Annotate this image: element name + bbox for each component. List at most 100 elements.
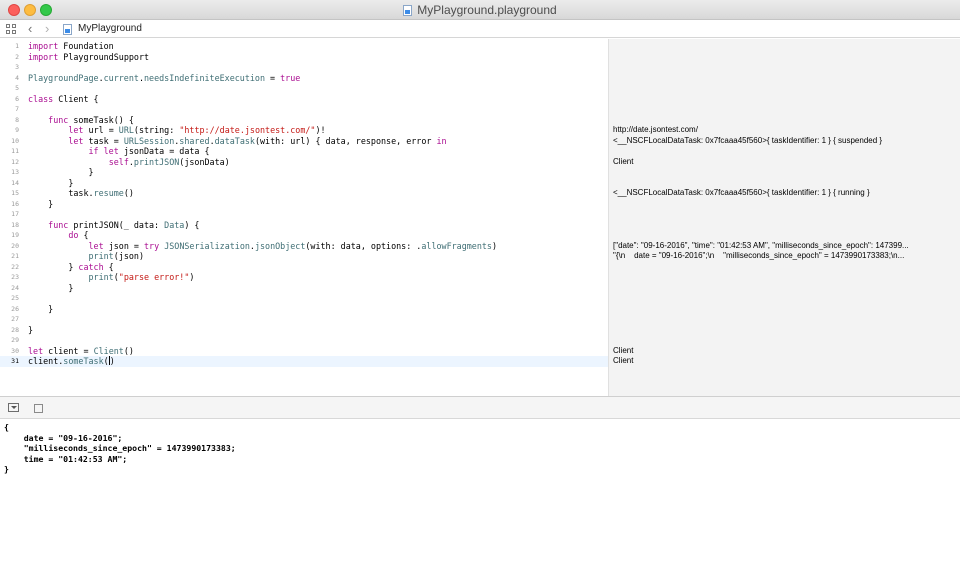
code-token: resume [93, 188, 124, 198]
code-line[interactable]: 24 } [0, 283, 608, 294]
playground-file-icon [63, 24, 72, 35]
console-line: time = "01:42:53 AM"; [4, 453, 128, 464]
code-token: (with: url) { data, response, error [254, 135, 437, 146]
code-line[interactable]: 22 } catch { [0, 262, 608, 273]
code-token: = [265, 72, 281, 83]
code-token: printJSON [133, 156, 180, 167]
result-value[interactable]: <__NSCFLocalDataTask: 0x7fcaaa45f560>{ t… [613, 136, 958, 147]
line-number: 12 [11, 157, 19, 166]
code-line[interactable]: 20 let json = try JSONSerialization.json… [0, 241, 608, 252]
code-line[interactable]: 6 class Client { [0, 94, 608, 105]
code-token: import [28, 51, 59, 62]
code-text: class Client { [28, 94, 99, 105]
code-line[interactable]: 23 print("parse error!") [0, 272, 608, 283]
breadcrumb-playground[interactable]: MyPlayground [78, 23, 142, 34]
line-number: 5 [15, 84, 19, 92]
code-line[interactable]: 21 print(json) [0, 251, 608, 262]
code-line[interactable]: 10 let task = URLSession.shared.dataTask… [0, 136, 608, 147]
code-line[interactable]: 15 task.resume() [0, 188, 608, 199]
code-line[interactable]: 28} [0, 325, 608, 336]
line-number: 31 [11, 357, 19, 365]
code-token: allowFragments [421, 240, 492, 251]
line-number: 20 [11, 241, 19, 250]
code-token: url = [83, 125, 119, 135]
hide-debug-area-icon[interactable] [8, 403, 19, 412]
code-line[interactable]: 11 if let jsonData = data { [0, 146, 608, 157]
code-token: } [28, 261, 79, 272]
console-output: { date = "09-16-2016"; "milliseconds_sin… [0, 419, 960, 564]
line-number: 6 [15, 94, 19, 103]
result-value[interactable]: http://date.jsontest.com/ [613, 125, 958, 136]
line-number: 1 [15, 42, 19, 50]
code-text: } [28, 167, 94, 178]
code-line[interactable]: 12 self.printJSON(jsonData) [0, 157, 608, 168]
line-number: 25 [11, 294, 19, 302]
code-token: "http://date.jsontest.com/" [179, 125, 316, 135]
result-value[interactable]: Client [613, 356, 958, 367]
code-line[interactable]: 18 func printJSON(_ data: Data) { [0, 220, 608, 231]
code-token: shared [179, 135, 210, 146]
code-token: in [436, 135, 447, 146]
square-icon[interactable] [34, 404, 43, 413]
code-token: import [28, 41, 59, 51]
code-text: self.printJSON(jsonData) [28, 157, 230, 168]
console-line: "milliseconds_since_epoch" = 14739901733… [4, 443, 236, 453]
code-token: func [48, 114, 69, 125]
code-line[interactable]: 31 client.someTask() [0, 356, 608, 367]
code-line[interactable]: 16 } [0, 199, 608, 210]
code-line[interactable]: 29 [0, 335, 608, 346]
code-token: URLSession [123, 135, 175, 146]
code-text: } [28, 178, 73, 189]
code-line[interactable]: 19 do { [0, 230, 608, 241]
line-number: 15 [11, 189, 19, 197]
code-line[interactable]: 25 [0, 293, 608, 304]
code-token: task. [28, 188, 94, 198]
code-editor[interactable]: 1 import Foundation 2 import PlaygroundSupp… [0, 39, 608, 396]
code-line[interactable]: 5 [0, 83, 608, 94]
code-line[interactable]: 8 func someTask() { [0, 115, 608, 126]
code-line[interactable]: 13 } [0, 167, 608, 178]
code-line[interactable]: 26 } [0, 304, 608, 315]
code-line[interactable]: 2 import PlaygroundSupport [0, 52, 608, 63]
code-line[interactable]: 4 PlaygroundPage.current.needsIndefiniteE… [0, 73, 608, 84]
line-number: 13 [11, 168, 19, 176]
code-line[interactable]: 3 [0, 62, 608, 73]
console-line: date = "09-16-2016"; [4, 432, 123, 443]
window-title: MyPlayground.playground [0, 3, 960, 17]
code-line[interactable]: 7 [0, 104, 608, 115]
code-token: } [28, 198, 54, 209]
code-token: (jsonData) [179, 156, 230, 167]
code-token: let [88, 240, 104, 251]
result-value[interactable]: Client [613, 157, 958, 168]
chevron-right-icon[interactable]: › [45, 21, 49, 37]
code-token: let [28, 345, 44, 356]
line-number: 16 [11, 199, 19, 208]
code-token: func [48, 219, 69, 230]
code-text: func printJSON(_ data: Data) { [28, 220, 199, 231]
code-line[interactable]: 9 let url = URL(string: "http://date.jso… [0, 125, 608, 136]
result-value[interactable]: Client [613, 346, 958, 357]
console-line: } [4, 464, 9, 474]
code-line[interactable]: 14 } [0, 178, 608, 189]
result-value[interactable]: <__NSCFLocalDataTask: 0x7fcaaa45f560>{ t… [613, 188, 958, 199]
line-number: 9 [15, 126, 19, 134]
line-number: 18 [11, 220, 19, 229]
code-line[interactable]: 17 [0, 209, 608, 220]
code-token: json = [103, 240, 144, 251]
code-token: class [28, 93, 54, 104]
result-value[interactable]: ["date": "09-16-2016", "time": "01:42:53… [613, 241, 958, 252]
code-line[interactable]: 27 [0, 314, 608, 325]
code-line[interactable]: 30 let client = Client() [0, 346, 608, 357]
code-line[interactable]: 1 import Foundation [0, 41, 608, 52]
line-number: 24 [11, 283, 19, 292]
grid-icon[interactable] [6, 24, 16, 34]
code-token: PlaygroundSupport [58, 51, 150, 62]
result-value[interactable]: "{\n date = "09-16-2016";\n "millisecond… [613, 251, 958, 262]
chevron-left-icon[interactable]: ‹ [28, 21, 32, 37]
